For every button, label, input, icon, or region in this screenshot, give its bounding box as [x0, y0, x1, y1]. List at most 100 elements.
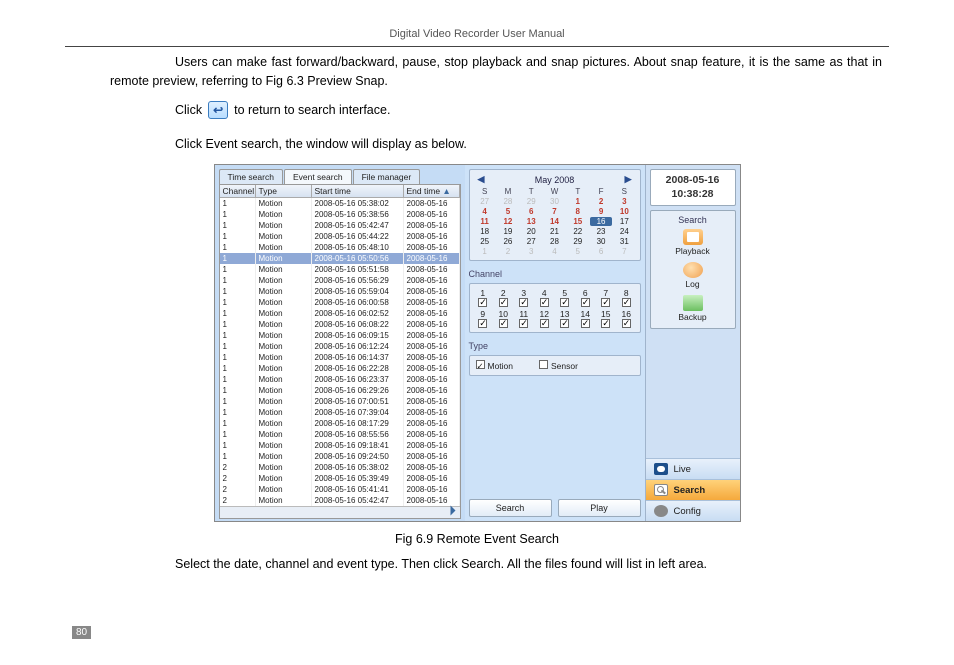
table-row[interactable]: 1Motion2008-05-16 06:23:372008-05-16 — [220, 374, 460, 385]
channel-checkbox[interactable]: 6 — [576, 288, 595, 307]
table-row[interactable]: 1Motion2008-05-16 06:08:222008-05-16 — [220, 319, 460, 330]
channel-checkbox[interactable]: 11 — [515, 309, 534, 328]
cal-day[interactable]: 6 — [520, 207, 542, 216]
channel-checkbox[interactable]: 8 — [617, 288, 636, 307]
cal-day[interactable]: 31 — [613, 237, 635, 246]
table-row[interactable]: 2Motion2008-05-16 05:39:492008-05-16 — [220, 473, 460, 484]
channel-checkbox[interactable]: 3 — [515, 288, 534, 307]
grid-body[interactable]: 1Motion2008-05-16 05:38:022008-05-161Mot… — [220, 198, 460, 506]
cal-day[interactable]: 19 — [497, 227, 519, 236]
table-row[interactable]: 1Motion2008-05-16 06:09:152008-05-16 — [220, 330, 460, 341]
table-row[interactable]: 1Motion2008-05-16 05:56:292008-05-16 — [220, 275, 460, 286]
cal-day[interactable]: 29 — [520, 197, 542, 206]
cal-day[interactable]: 15 — [567, 217, 589, 226]
table-row[interactable]: 1Motion2008-05-16 05:59:042008-05-16 — [220, 286, 460, 297]
table-row[interactable]: 1Motion2008-05-16 05:50:562008-05-16 — [220, 253, 460, 264]
cal-day[interactable]: 30 — [543, 197, 565, 206]
cal-day[interactable]: 2 — [497, 247, 519, 256]
col-channel[interactable]: Channel — [220, 185, 256, 197]
cal-day[interactable]: 8 — [567, 207, 589, 216]
nav-config[interactable]: Config — [646, 500, 740, 521]
cal-next-icon[interactable]: ▶ — [621, 174, 636, 185]
col-start[interactable]: Start time — [312, 185, 404, 197]
cal-day[interactable]: 13 — [520, 217, 542, 226]
table-row[interactable]: 1Motion2008-05-16 09:18:412008-05-16 — [220, 440, 460, 451]
table-row[interactable]: 1Motion2008-05-16 06:02:522008-05-16 — [220, 308, 460, 319]
table-row[interactable]: 1Motion2008-05-16 05:48:102008-05-16 — [220, 242, 460, 253]
channel-checkbox[interactable]: 9 — [474, 309, 493, 328]
tab-time-search[interactable]: Time search — [219, 169, 283, 184]
search-button[interactable]: Search — [469, 499, 552, 517]
cal-day[interactable]: 3 — [613, 197, 635, 206]
tab-file-manager[interactable]: File manager — [353, 169, 421, 184]
table-row[interactable]: 2Motion2008-05-16 05:41:412008-05-16 — [220, 484, 460, 495]
cal-day[interactable]: 10 — [613, 207, 635, 216]
cal-day[interactable]: 17 — [613, 217, 635, 226]
channel-checkbox[interactable]: 10 — [494, 309, 513, 328]
cal-day[interactable]: 28 — [497, 197, 519, 206]
channel-checkbox[interactable]: 4 — [535, 288, 554, 307]
cal-day[interactable]: 28 — [543, 237, 565, 246]
channel-checkbox[interactable]: 7 — [597, 288, 616, 307]
cal-day[interactable]: 26 — [497, 237, 519, 246]
table-row[interactable]: 1Motion2008-05-16 06:00:582008-05-16 — [220, 297, 460, 308]
cal-day[interactable]: 4 — [474, 207, 496, 216]
cal-day[interactable]: 29 — [567, 237, 589, 246]
table-row[interactable]: 1Motion2008-05-16 05:38:562008-05-16 — [220, 209, 460, 220]
channel-checkbox[interactable]: 1 — [474, 288, 493, 307]
cal-day[interactable]: 27 — [474, 197, 496, 206]
channel-checkbox[interactable]: 2 — [494, 288, 513, 307]
cal-day[interactable]: 9 — [590, 207, 612, 216]
cal-day[interactable]: 25 — [474, 237, 496, 246]
cal-day[interactable]: 16 — [590, 217, 612, 226]
channel-checkbox[interactable]: 13 — [556, 309, 575, 328]
channel-checkbox[interactable]: 14 — [576, 309, 595, 328]
return-icon[interactable]: ↩ — [208, 101, 228, 119]
sidebar-backup[interactable]: Backup — [655, 295, 731, 322]
cal-day[interactable]: 30 — [590, 237, 612, 246]
table-row[interactable]: 2Motion2008-05-16 05:38:022008-05-16 — [220, 462, 460, 473]
table-row[interactable]: 1Motion2008-05-16 08:55:562008-05-16 — [220, 429, 460, 440]
cal-day[interactable]: 18 — [474, 227, 496, 236]
table-row[interactable]: 1Motion2008-05-16 09:24:502008-05-16 — [220, 451, 460, 462]
tab-event-search[interactable]: Event search — [284, 169, 352, 184]
play-button[interactable]: Play — [558, 499, 641, 517]
channel-checkbox[interactable]: 15 — [597, 309, 616, 328]
sidebar-playback[interactable]: Playback — [655, 229, 731, 256]
cal-day[interactable]: 22 — [567, 227, 589, 236]
calendar-grid[interactable]: SMTWTFS272829301234567891011121314151617… — [474, 187, 636, 256]
cal-day[interactable]: 23 — [590, 227, 612, 236]
channel-checkbox[interactable]: 16 — [617, 309, 636, 328]
channel-checkbox[interactable]: 12 — [535, 309, 554, 328]
cal-day[interactable]: 11 — [474, 217, 496, 226]
table-row[interactable]: 1Motion2008-05-16 05:51:582008-05-16 — [220, 264, 460, 275]
table-row[interactable]: 1Motion2008-05-16 07:39:042008-05-16 — [220, 407, 460, 418]
cal-day[interactable]: 5 — [567, 247, 589, 256]
table-row[interactable]: 1Motion2008-05-16 06:29:262008-05-16 — [220, 385, 460, 396]
sensor-checkbox[interactable]: Sensor — [539, 360, 578, 371]
cal-day[interactable]: 12 — [497, 217, 519, 226]
table-row[interactable]: 1Motion2008-05-16 07:00:512008-05-16 — [220, 396, 460, 407]
cal-day[interactable]: 7 — [613, 247, 635, 256]
table-row[interactable]: 1Motion2008-05-16 05:44:222008-05-16 — [220, 231, 460, 242]
cal-day[interactable]: 3 — [520, 247, 542, 256]
table-row[interactable]: 1Motion2008-05-16 06:12:242008-05-16 — [220, 341, 460, 352]
cal-day[interactable]: 5 — [497, 207, 519, 216]
cal-day[interactable]: 14 — [543, 217, 565, 226]
motion-checkbox[interactable]: ✓Motion — [476, 360, 514, 371]
table-row[interactable]: 1Motion2008-05-16 05:38:022008-05-16 — [220, 198, 460, 209]
cal-prev-icon[interactable]: ◀ — [474, 174, 489, 185]
cal-day[interactable]: 1 — [567, 197, 589, 206]
channel-checkbox[interactable]: 5 — [556, 288, 575, 307]
table-row[interactable]: 1Motion2008-05-16 05:42:472008-05-16 — [220, 220, 460, 231]
grid-scroll-footer[interactable] — [220, 506, 460, 518]
table-row[interactable]: 1Motion2008-05-16 06:14:372008-05-16 — [220, 352, 460, 363]
table-row[interactable]: 1Motion2008-05-16 06:22:282008-05-16 — [220, 363, 460, 374]
cal-day[interactable]: 27 — [520, 237, 542, 246]
col-type[interactable]: Type — [256, 185, 312, 197]
table-row[interactable]: 2Motion2008-05-16 05:42:472008-05-16 — [220, 495, 460, 506]
nav-live[interactable]: Live — [646, 458, 740, 479]
nav-search[interactable]: Search — [646, 479, 740, 500]
cal-day[interactable]: 21 — [543, 227, 565, 236]
table-row[interactable]: 1Motion2008-05-16 08:17:292008-05-16 — [220, 418, 460, 429]
